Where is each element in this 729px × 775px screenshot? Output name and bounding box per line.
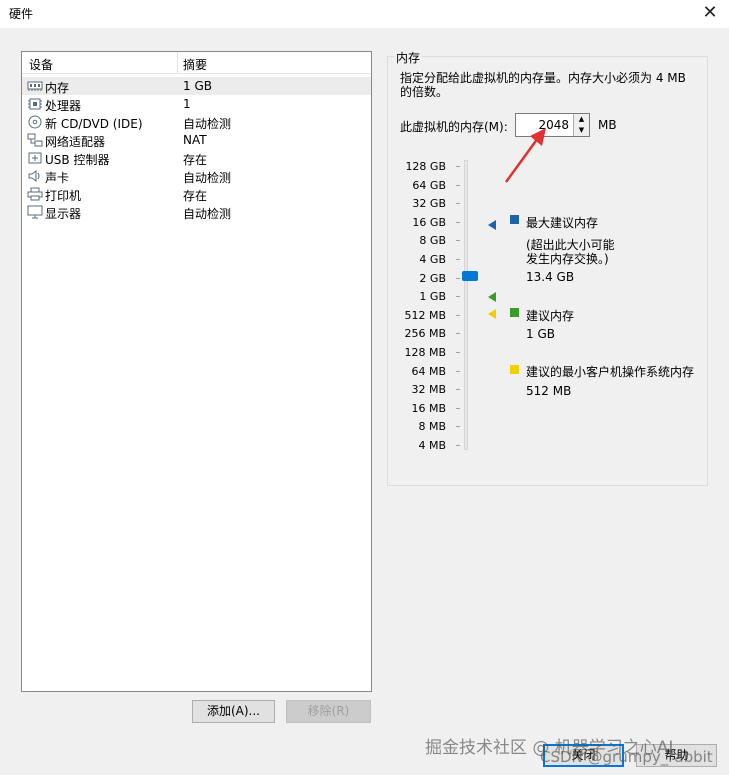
device-row-usb[interactable]: USB 控制器 存在: [22, 149, 371, 167]
device-list-header: 设备 摘要: [22, 52, 371, 74]
max-legend-value: 13.4 GB: [526, 270, 575, 284]
scale-tick-label: 1 GB: [419, 290, 446, 303]
device-name: 内存: [45, 81, 70, 95]
minimum-marker: [488, 309, 496, 319]
scale-tick-mark: [456, 352, 460, 353]
scale-tick-mark: [456, 389, 460, 390]
device-name: USB 控制器: [45, 153, 110, 167]
device-summary: 1: [183, 97, 191, 111]
close-icon[interactable]: ✕: [699, 2, 721, 24]
scale-tick-mark: [456, 203, 460, 204]
device-name: 打印机: [45, 189, 82, 203]
scale-tick-label: 8 GB: [419, 234, 446, 247]
network-adapter-icon: [27, 133, 43, 147]
recommended-legend-title: 建议内存: [526, 309, 575, 323]
device-summary: 存在: [183, 189, 208, 203]
scale-tick-label: 16 GB: [412, 216, 446, 229]
scale-tick-label: 4 GB: [419, 253, 446, 266]
device-name: 显示器: [45, 207, 82, 221]
column-separator[interactable]: [177, 52, 178, 74]
device-row-cd-dvd[interactable]: 新 CD/DVD (IDE) 自动检测: [22, 113, 371, 131]
device-name: 声卡: [45, 171, 70, 185]
recommended-legend-value: 1 GB: [526, 327, 555, 341]
scale-tick-label: 256 MB: [404, 327, 446, 340]
recommended-marker: [488, 292, 496, 302]
scale-tick-label: 512 MB: [404, 309, 446, 322]
max-legend-title: 最大建议内存: [526, 216, 599, 230]
device-row-processor[interactable]: 处理器 1: [22, 95, 371, 113]
scale-tick-mark: [456, 185, 460, 186]
scale-tick-label: 16 MB: [411, 402, 446, 415]
column-header-summary[interactable]: 摘要: [183, 56, 207, 73]
scale-tick-mark: [456, 278, 460, 279]
minimum-legend-swatch: [510, 365, 519, 374]
memory-icon: [27, 81, 43, 91]
device-summary: NAT: [183, 133, 207, 147]
max-legend-note-2: 发生内存交换。): [526, 252, 609, 266]
spin-down-icon[interactable]: ▼: [573, 125, 589, 136]
device-summary: 自动检测: [183, 171, 232, 185]
scale-tick-label: 128 MB: [404, 346, 446, 359]
remove-button[interactable]: 移除(R): [286, 700, 371, 723]
device-name: 处理器: [45, 99, 82, 113]
window-title: 硬件: [9, 7, 34, 21]
scale-tick-mark: [456, 166, 460, 167]
device-row-network[interactable]: 网络适配器 NAT: [22, 131, 371, 149]
minimum-legend-value: 512 MB: [526, 384, 572, 398]
usb-icon: [28, 152, 42, 164]
add-button[interactable]: 添加(A)...: [192, 700, 275, 723]
device-name: 新 CD/DVD (IDE): [45, 117, 143, 131]
scale-tick-label: 8 MB: [418, 420, 446, 433]
recommended-legend-swatch: [510, 308, 519, 317]
scale-tick-mark: [456, 426, 460, 427]
memory-unit-label: MB: [598, 118, 617, 132]
device-summary: 自动检测: [183, 117, 232, 131]
device-row-sound[interactable]: 声卡 自动检测: [22, 167, 371, 185]
scale-tick-label: 32 GB: [412, 197, 446, 210]
device-summary: 存在: [183, 153, 208, 167]
title-bar: 硬件 ✕: [0, 0, 729, 28]
device-row-printer[interactable]: 打印机 存在: [22, 185, 371, 203]
scale-tick-mark: [456, 445, 460, 446]
max-recommended-marker: [488, 220, 496, 230]
scale-tick-mark: [456, 371, 460, 372]
device-name: 网络适配器: [45, 135, 106, 149]
device-summary: 自动检测: [183, 207, 232, 221]
memory-group-title: 内存: [394, 49, 423, 66]
display-icon: [27, 205, 43, 219]
max-legend-swatch: [510, 215, 519, 224]
scale-tick-label: 128 GB: [405, 160, 446, 173]
scale-tick-label: 32 MB: [411, 383, 446, 396]
memory-slider-thumb[interactable]: [462, 271, 478, 281]
spin-up-icon[interactable]: ▲: [573, 114, 589, 125]
scale-tick-label: 64 MB: [411, 365, 446, 378]
scale-tick-mark: [456, 333, 460, 334]
column-header-device[interactable]: 设备: [29, 56, 53, 73]
printer-icon: [27, 187, 43, 201]
device-row-display[interactable]: 显示器 自动检测: [22, 203, 371, 221]
memory-description: 指定分配给此虚拟机的内存量。内存大小必须为 4 MB 的倍数。: [400, 71, 686, 99]
sound-card-icon: [28, 170, 40, 182]
scale-tick-label: 64 GB: [412, 179, 446, 192]
scale-tick-mark: [456, 259, 460, 260]
scale-tick-mark: [456, 296, 460, 297]
device-row-memory[interactable]: 内存 1 GB: [22, 77, 371, 95]
watermark-line-2: CSDN @grumpy_rabbit: [540, 748, 713, 766]
device-list[interactable]: 设备 摘要 内存 1 GB 处理器 1 新 CD/DVD (IDE) 自动检测 …: [21, 51, 372, 692]
processor-icon: [28, 98, 42, 110]
scale-tick-label: 4 MB: [418, 439, 446, 452]
scale-tick-mark: [456, 315, 460, 316]
minimum-legend-title: 建议的最小客户机操作系统内存: [526, 365, 695, 379]
scale-tick-mark: [456, 222, 460, 223]
device-summary: 1 GB: [183, 79, 212, 93]
annotation-arrow-icon: [504, 128, 546, 183]
scale-tick-mark: [456, 408, 460, 409]
scale-tick-label: 2 GB: [419, 272, 446, 285]
memory-slider-track[interactable]: [464, 160, 468, 450]
cd-dvd-icon: [28, 115, 42, 129]
scale-tick-mark: [456, 240, 460, 241]
memory-field-label: 此虚拟机的内存(M):: [400, 120, 508, 134]
